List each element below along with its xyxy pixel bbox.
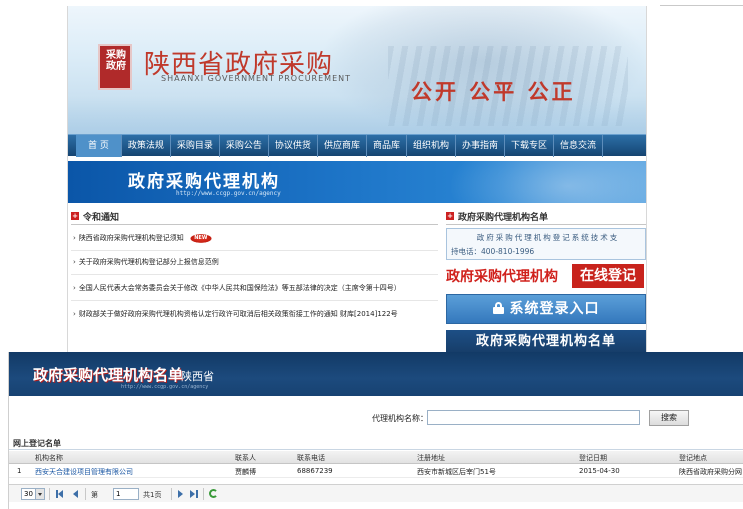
column-header[interactable]: 联系人 <box>235 453 256 463</box>
site-logo: 采购政府 <box>98 44 132 90</box>
page-number-input[interactable] <box>113 488 139 500</box>
column-header[interactable]: 登记地点 <box>679 453 707 463</box>
nav-item-product-db[interactable]: 商品库 <box>367 134 407 157</box>
chevron-down-icon <box>35 489 44 499</box>
tech-support-phone: 持电话：400-810-1996 <box>451 247 535 256</box>
screenshot-composite: 采购政府 陕西省政府采购 SHAANXI GOVERNMENT PROCUREM… <box>0 0 743 509</box>
agency-section-title: 政府采购代理机构 <box>128 172 280 192</box>
agency-section-url: http://www.ccgp.gov.cn/agency <box>176 190 281 197</box>
online-registration-badge: 在线登记 <box>572 264 644 288</box>
online-registration-label: 政府采购代理机构 <box>446 269 558 285</box>
procurement-website: 采购政府 陕西省政府采购 SHAANXI GOVERNMENT PROCUREM… <box>67 6 647 354</box>
column-header[interactable]: 登记日期 <box>579 453 607 463</box>
site-subtitle: SHAANXI GOVERNMENT PROCUREMENT <box>161 74 351 83</box>
chevron-right-icon: › <box>73 258 76 266</box>
registry-province: 陕西省 <box>181 370 214 383</box>
next-page-icon[interactable] <box>175 489 185 499</box>
agency-name-link[interactable]: 西安天合建设项目管理有限公司 <box>35 467 133 477</box>
page-total: 共1页 <box>143 491 162 499</box>
column-header[interactable]: 机构名称 <box>35 453 63 463</box>
site-slogan: 公开 公平 公正 <box>411 79 576 104</box>
nav-item-supplier-db[interactable]: 供应商库 <box>318 134 367 157</box>
search-label: 代理机构名称： <box>372 414 428 423</box>
place-cell: 陕西省政府采购分网 <box>679 468 742 476</box>
agency-list-heading-label: 政府采购代理机构名单 <box>458 212 549 223</box>
phone-cell: 68867239 <box>297 467 333 475</box>
nav-item-announcements[interactable]: 采购公告 <box>220 134 269 157</box>
agency-list-heading: + 政府采购代理机构名单 <box>446 209 548 223</box>
chevron-right-icon: › <box>73 284 76 292</box>
column-header[interactable]: 注册地址 <box>417 453 445 463</box>
grid-header: 机构名称 联系人 联系电话 注册地址 登记日期 登记地点 <box>9 451 743 464</box>
agency-list-button[interactable]: 政府采购代理机构名单 <box>446 330 646 354</box>
online-registration-link[interactable]: 政府采购代理机构 在线登记 <box>446 264 646 288</box>
nav-item-home[interactable]: 首 页 <box>76 134 122 157</box>
notice-item[interactable]: › 陕西省政府采购代理机构登记须知 NEW <box>73 232 438 244</box>
agency-name-search-input[interactable] <box>427 410 640 425</box>
date-cell: 2015-04-30 <box>579 467 620 475</box>
registry-header: 政府采购代理机构名单 陕西省 http://www.ccgp.gov.cn/ag… <box>9 352 743 396</box>
last-page-icon[interactable] <box>189 489 199 499</box>
nav-item-exchange[interactable]: 信息交流 <box>554 134 604 157</box>
notice-item[interactable]: › 财政部关于做好政府采购代理机构资格认定行政许可取消后相关政策衔接工作的通知 财… <box>73 308 438 320</box>
plus-icon: + <box>71 212 79 220</box>
new-badge-icon: NEW <box>189 233 212 243</box>
system-login-label: 系统登录入口 <box>509 301 600 317</box>
contact-cell: 贾麟博 <box>235 468 256 476</box>
site-logo-text: 采购政府 <box>106 50 126 72</box>
previous-page-icon[interactable] <box>71 489 81 499</box>
nav-item-agreement-supply[interactable]: 协议供货 <box>269 134 318 157</box>
grid-title: 网上登记名单 <box>13 439 61 448</box>
agency-section-banner: 政府采购代理机构 http://www.ccgp.gov.cn/agency <box>68 161 646 203</box>
column-header[interactable]: 联系电话 <box>297 453 325 463</box>
page-size-select[interactable]: 30 <box>21 488 45 500</box>
nav-item-downloads[interactable]: 下载专区 <box>505 134 555 157</box>
pagination-bar: 30 第 共1页 <box>9 484 743 502</box>
search-button[interactable]: 搜索 <box>649 410 689 426</box>
tech-support-box: 政府采购代理机构登记系统技术支 持电话：400-810-1996 <box>446 228 646 260</box>
table-row[interactable]: 1 西安天合建设项目管理有限公司 贾麟博 68867239 西安市新城区后宰门5… <box>9 464 743 478</box>
search-bar: 代理机构名称： 搜索 <box>9 408 743 428</box>
row-index: 1 <box>17 467 22 475</box>
registry-url: http://www.ccgp.gov.cn/agency <box>121 384 209 390</box>
notices-heading-label: 令和通知 <box>83 212 120 223</box>
site-banner: 采购政府 陕西省政府采购 SHAANXI GOVERNMENT PROCUREM… <box>68 6 646 134</box>
page-prefix: 第 <box>91 491 98 499</box>
refresh-icon[interactable] <box>209 489 218 498</box>
registry-title: 政府采购代理机构名单 <box>33 366 184 384</box>
address-cell: 西安市新城区后宰门51号 <box>417 468 496 476</box>
notice-item[interactable]: › 全国人民代表大会常务委员会关于修改《中华人民共和国保险法》等五部法律的决定（主… <box>73 282 438 294</box>
top-scroll-edge <box>660 0 743 6</box>
nav-item-guide[interactable]: 办事指南 <box>456 134 505 157</box>
chevron-right-icon: › <box>73 234 76 242</box>
agency-registry-page: 政府采购代理机构名单 陕西省 http://www.ccgp.gov.cn/ag… <box>8 352 743 509</box>
lock-icon <box>492 302 504 314</box>
nav-item-policy[interactable]: 政策法规 <box>122 134 171 157</box>
nav-item-organization[interactable]: 组织机构 <box>407 134 456 157</box>
notice-item[interactable]: › 关于政府采购代理机构登记部分上报信息范例 <box>73 256 438 268</box>
plus-icon: + <box>446 212 454 220</box>
chevron-right-icon: › <box>73 310 76 318</box>
first-page-icon[interactable] <box>55 489 65 499</box>
nav-item-catalog[interactable]: 采购目录 <box>171 134 220 157</box>
system-login-button[interactable]: 系统登录入口 <box>446 294 646 324</box>
main-nav: 首 页 政策法规 采购目录 采购公告 协议供货 供应商库 商品库 组织机构 办事… <box>68 134 646 157</box>
notices-heading: + 令和通知 <box>71 209 119 223</box>
tech-support-text: 政府采购代理机构登记系统技术支 <box>476 233 620 242</box>
